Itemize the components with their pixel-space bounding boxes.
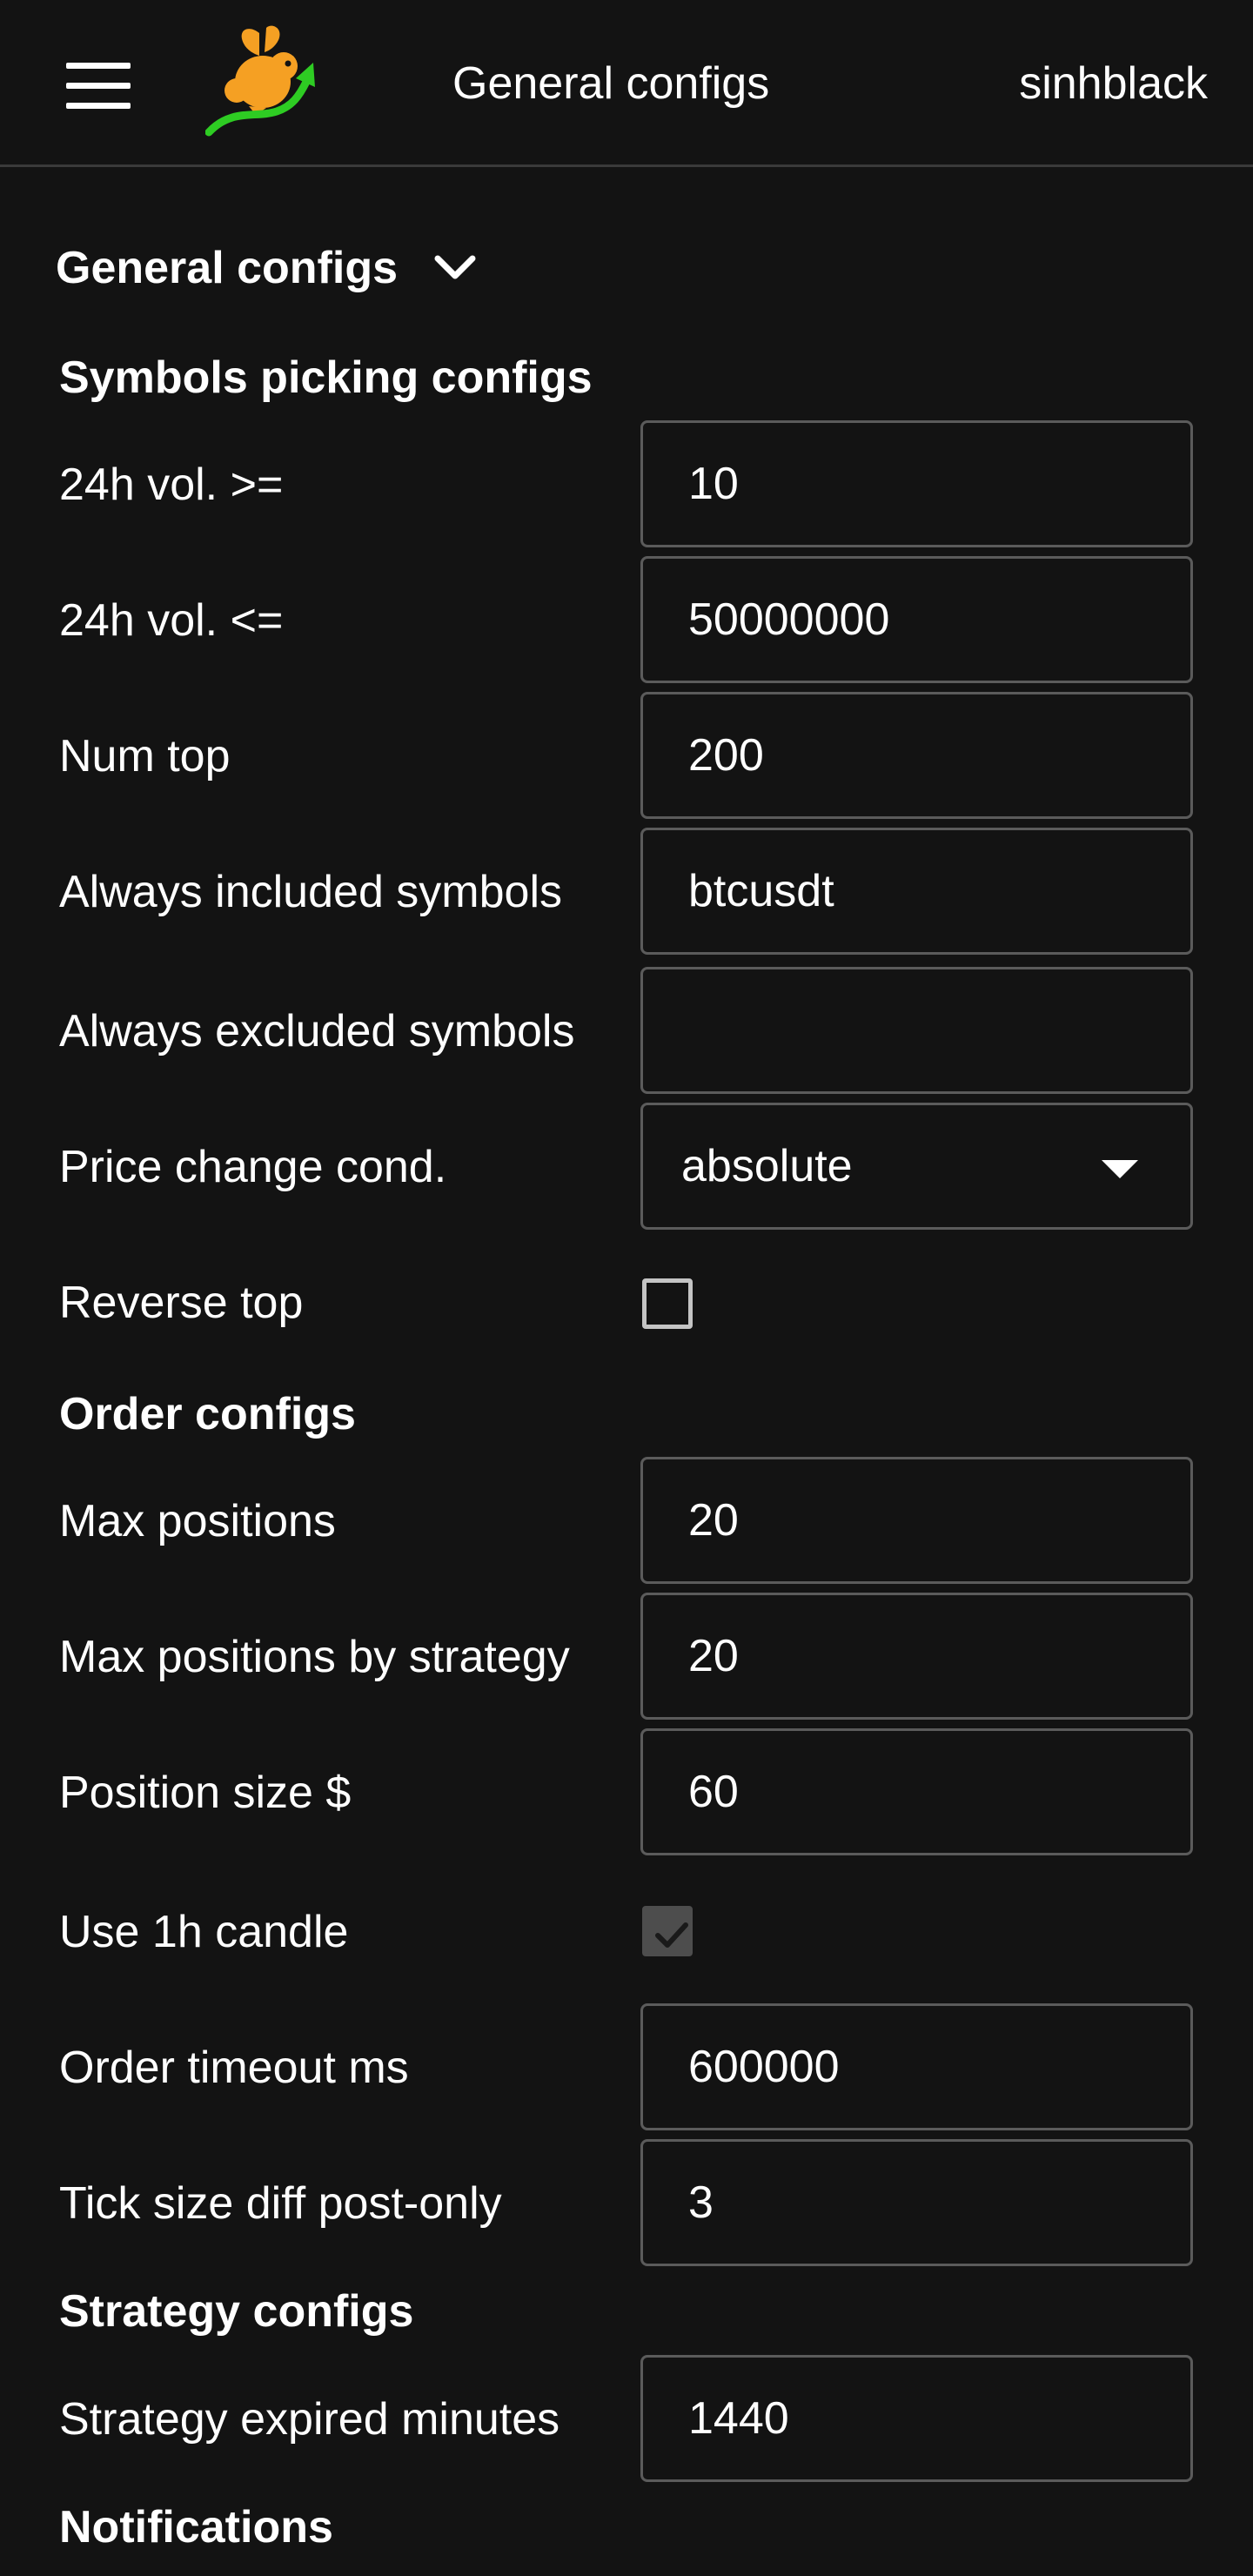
vol-min-label: 24h vol. >=: [59, 460, 284, 510]
section-title: General configs: [56, 243, 398, 293]
position-size-label: Position size $: [59, 1768, 352, 1818]
vol-max-field: [640, 556, 1193, 683]
reverse-top-checkbox[interactable]: [642, 1278, 693, 1329]
price-change-label: Price change cond.: [59, 1142, 447, 1192]
tick-size-diff-label: Tick size diff post-only: [59, 2178, 502, 2229]
max-positions-strategy-input[interactable]: [643, 1595, 1190, 1717]
strategy-expired-label: Strategy expired minutes: [59, 2394, 560, 2445]
tick-size-diff-field: [640, 2139, 1193, 2266]
always-excluded-label: Always excluded symbols: [59, 1006, 575, 1057]
always-included-label: Always included symbols: [59, 867, 563, 917]
max-positions-strategy-label: Max positions by strategy: [59, 1632, 570, 1682]
position-size-input[interactable]: [643, 1731, 1190, 1853]
use-1h-candle-label: Use 1h candle: [59, 1907, 349, 1957]
vol-min-field: [640, 420, 1193, 547]
num-top-field: [640, 692, 1193, 819]
max-positions-strategy-field: [640, 1593, 1193, 1720]
group-title-order: Order configs: [59, 1389, 356, 1439]
price-change-select[interactable]: absolute: [640, 1103, 1193, 1230]
rabbit-logo-icon: [205, 25, 315, 137]
always-included-input[interactable]: [643, 830, 1190, 952]
always-excluded-field: [640, 967, 1193, 1094]
max-positions-field: [640, 1457, 1193, 1584]
checkmark-icon: [655, 1922, 688, 1948]
vol-max-label: 24h vol. <=: [59, 595, 284, 646]
caret-down-icon: [1102, 1160, 1138, 1178]
hamburger-menu-icon[interactable]: [56, 54, 139, 117]
username-button[interactable]: sinhblack: [1019, 50, 1208, 117]
order-timeout-label: Order timeout ms: [59, 2043, 409, 2093]
order-timeout-field: [640, 2003, 1193, 2130]
tick-size-diff-input[interactable]: [643, 2142, 1190, 2264]
page-title: General configs: [452, 58, 770, 109]
group-title-strategy: Strategy configs: [59, 2286, 414, 2337]
max-positions-label: Max positions: [59, 1496, 336, 1546]
chevron-down-icon: [434, 255, 476, 279]
vol-max-input[interactable]: [643, 559, 1190, 681]
top-app-bar: General configs sinhblack: [0, 0, 1253, 167]
max-positions-input[interactable]: [643, 1459, 1190, 1581]
vol-min-input[interactable]: [643, 423, 1190, 545]
always-included-field: [640, 828, 1193, 955]
group-title-notifications: Notifications: [59, 2502, 333, 2553]
num-top-label: Num top: [59, 731, 231, 782]
general-configs-toggle[interactable]: General configs: [56, 235, 478, 301]
order-timeout-input[interactable]: [643, 2006, 1190, 2128]
group-title-symbols: Symbols picking configs: [59, 352, 593, 403]
price-change-value: absolute: [681, 1141, 853, 1191]
position-size-field: [640, 1728, 1193, 1855]
strategy-expired-input[interactable]: [643, 2358, 1190, 2479]
num-top-input[interactable]: [643, 694, 1190, 816]
reverse-top-label: Reverse top: [59, 1278, 304, 1328]
strategy-expired-field: [640, 2355, 1193, 2482]
always-excluded-input[interactable]: [643, 969, 1190, 1091]
use-1h-candle-checkbox[interactable]: [642, 1906, 693, 1956]
